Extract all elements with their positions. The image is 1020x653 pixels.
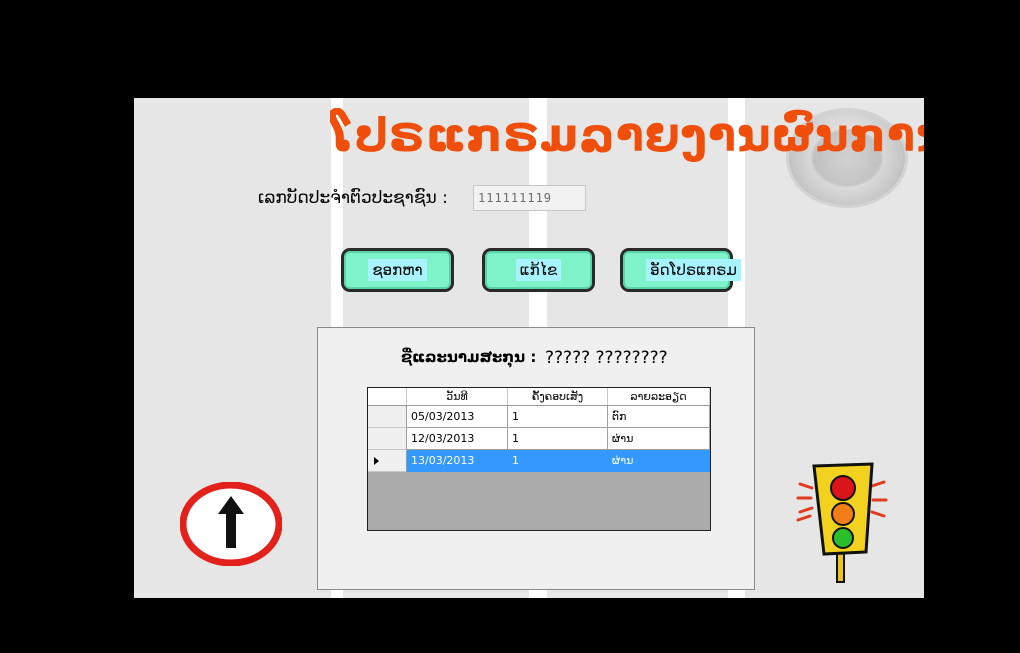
column-header-date[interactable]: ວັນທີ bbox=[407, 388, 508, 405]
close-program-button-label: ອັດໂປຣແກຣມ bbox=[646, 259, 741, 281]
row-header[interactable] bbox=[368, 406, 407, 428]
close-program-button[interactable]: ອັດໂປຣແກຣມ bbox=[620, 248, 741, 292]
table-row-selected[interactable]: 13/03/2013 1 ຜ່ານ bbox=[368, 450, 710, 472]
cell-attempt[interactable]: 1 bbox=[508, 428, 608, 450]
id-card-label: ເລກບັດປະຈໍາຕົວປະຊາຊົນ : bbox=[258, 188, 448, 208]
cell-detail[interactable]: ຕົກ bbox=[608, 406, 710, 428]
row-header[interactable] bbox=[368, 450, 407, 472]
main-window: ໂປຣແກຣມລາຍງານຜົນການ ເລກບັດປະຈໍາຕົວປະຊາຊົ… bbox=[134, 98, 924, 598]
cell-detail[interactable]: ຜ່ານ bbox=[608, 428, 710, 450]
arrow-up-sign-icon bbox=[180, 482, 282, 566]
table-row[interactable]: 05/03/2013 1 ຕົກ bbox=[368, 406, 710, 428]
cell-date[interactable]: 13/03/2013 bbox=[407, 450, 508, 472]
result-panel: ຊື່ແລະນາມສະກຸນ : ????? ???????? ວັນທີ ຄັ… bbox=[317, 327, 755, 590]
cell-attempt[interactable]: 1 bbox=[508, 450, 608, 472]
edit-button[interactable]: ແກ້ໄຂ bbox=[482, 248, 595, 292]
row-header[interactable] bbox=[368, 428, 407, 450]
cell-date[interactable]: 05/03/2013 bbox=[407, 406, 508, 428]
id-card-input[interactable] bbox=[473, 185, 586, 211]
table-row[interactable]: 12/03/2013 1 ຜ່ານ bbox=[368, 428, 710, 450]
column-header-attempt[interactable]: ຄັ້ງຄອບເສັງ bbox=[508, 388, 608, 405]
name-value: ????? ???????? bbox=[545, 348, 668, 368]
table-header: ວັນທີ ຄັ້ງຄອບເສັງ ລາຍລະອຽດ bbox=[368, 388, 710, 406]
traffic-light-icon bbox=[796, 462, 888, 583]
search-button-label: ຊອກຫາ bbox=[368, 259, 427, 281]
results-table[interactable]: ວັນທີ ຄັ້ງຄອບເສັງ ລາຍລະອຽດ 05/03/2013 1 … bbox=[367, 387, 711, 531]
row-pointer-icon bbox=[374, 457, 379, 465]
name-label: ຊື່ແລະນາມສະກຸນ : bbox=[401, 348, 537, 366]
cell-attempt[interactable]: 1 bbox=[508, 406, 608, 428]
column-header-detail[interactable]: ລາຍລະອຽດ bbox=[608, 388, 710, 405]
search-button[interactable]: ຊອກຫາ bbox=[341, 248, 454, 292]
app-title: ໂປຣແກຣມລາຍງານຜົນການ bbox=[330, 108, 924, 162]
cell-detail[interactable]: ຜ່ານ bbox=[608, 450, 710, 472]
cell-date[interactable]: 12/03/2013 bbox=[407, 428, 508, 450]
column-header-corner bbox=[368, 388, 407, 405]
edit-button-label: ແກ້ໄຂ bbox=[515, 259, 562, 281]
